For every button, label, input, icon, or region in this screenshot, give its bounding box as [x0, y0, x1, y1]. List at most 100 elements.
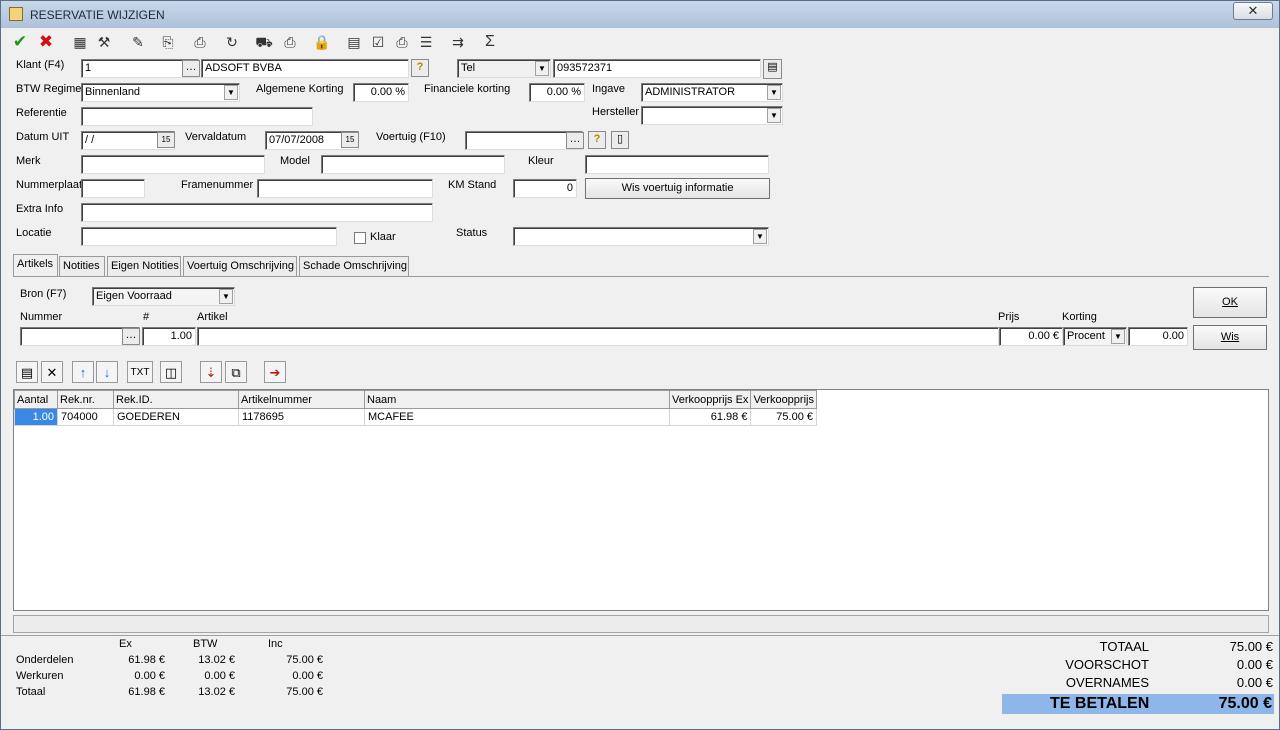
- qty-label: #: [143, 311, 150, 323]
- tools-icon[interactable]: ⚒: [93, 30, 115, 54]
- print-list-icon[interactable]: ⎙: [391, 30, 413, 54]
- car-icon[interactable]: ⛟: [253, 30, 275, 54]
- status-select[interactable]: ▼: [513, 227, 769, 246]
- btw-select[interactable]: Binnenland ▼: [81, 83, 240, 102]
- folder-icon[interactable]: ▦: [69, 30, 91, 54]
- add-row-icon[interactable]: ▤: [16, 361, 38, 383]
- summary-totaal-label: Totaal: [16, 686, 46, 698]
- bron-value: Eigen Voorraad: [96, 290, 172, 302]
- cell-verkoopprijs-ex[interactable]: 61.98 €: [668, 408, 752, 426]
- sum-icon[interactable]: Σ: [479, 30, 501, 54]
- refresh-icon[interactable]: ↻: [221, 30, 243, 54]
- hersteller-label: Hersteller: [592, 106, 640, 118]
- articles-grid[interactable]: Aantal Rek.nr. Rek.ID. Artikelnummer Naa…: [13, 389, 1269, 611]
- klaar-checkbox[interactable]: [354, 232, 366, 244]
- cell-aantal[interactable]: 1.00: [14, 408, 58, 426]
- referentie-field[interactable]: [81, 107, 313, 126]
- nummerplaat-field[interactable]: [81, 179, 145, 198]
- voorschot-label: VOORSCHOT: [1065, 657, 1149, 672]
- text-icon[interactable]: TXT: [127, 361, 153, 383]
- voertuig-lookup-button[interactable]: …: [566, 132, 584, 149]
- contact-card-icon[interactable]: ▤: [763, 59, 782, 79]
- confirm-icon[interactable]: ✔: [9, 30, 31, 54]
- move-down-icon[interactable]: ↓: [96, 361, 118, 383]
- ingave-select[interactable]: ADMINISTRATOR ▼: [641, 83, 783, 102]
- kleur-field[interactable]: [585, 155, 769, 174]
- export-arrow-icon[interactable]: ➔: [264, 361, 286, 383]
- cell-verkoopprijs[interactable]: 75.00 €: [750, 408, 817, 426]
- tab-notities[interactable]: Notities: [59, 256, 105, 276]
- col-verkoopprijs-ex[interactable]: Verkoopprijs Ex: [668, 390, 752, 409]
- export-icon[interactable]: ⇉: [447, 30, 469, 54]
- document-icon[interactable]: ▤: [343, 30, 365, 54]
- overnames-value: 0.00 €: [1236, 675, 1273, 690]
- lock-icon[interactable]: 🔒: [311, 30, 333, 54]
- nummerplaat-label: Nummerplaat: [16, 179, 83, 191]
- km-field[interactable]: 0: [513, 179, 577, 198]
- tel-field[interactable]: 093572371: [553, 59, 761, 78]
- extra-info-field[interactable]: [81, 203, 433, 222]
- col-aantal[interactable]: Aantal: [14, 390, 58, 409]
- bron-select[interactable]: Eigen Voorraad ▼: [92, 287, 235, 306]
- qty-field[interactable]: 1.00: [142, 327, 196, 346]
- col-rekid[interactable]: Rek.ID.: [113, 390, 239, 409]
- alg-korting-field[interactable]: 0.00 %: [353, 83, 409, 102]
- calendar-icon[interactable]: 15: [157, 132, 175, 148]
- print-preview-icon[interactable]: ⎙: [279, 30, 301, 54]
- framenummer-field[interactable]: [257, 179, 433, 198]
- delete-row-icon[interactable]: ✕: [41, 361, 63, 383]
- duplicate-icon[interactable]: ⧉: [225, 361, 247, 383]
- edit-icon[interactable]: ✎: [127, 30, 149, 54]
- checklist-icon[interactable]: ☑: [367, 30, 389, 54]
- reservation-window: RESERVATIE WIJZIGEN ✕ ✔ ✖ ▦ ⚒ ✎ ⎘ ⎙ ↻ ⛟ ⎙ 🔒 ▤ ☑ ⎙ ☰ ⇉ Σ …: [0, 0, 1280, 730]
- cell-reknr[interactable]: 704000: [57, 408, 114, 426]
- tel-type-select[interactable]: Tel ▼: [457, 59, 551, 78]
- wis-button[interactable]: Wis: [1193, 325, 1267, 350]
- col-reknr[interactable]: Rek.nr.: [57, 390, 114, 409]
- columns-icon[interactable]: ◫: [160, 361, 182, 383]
- voertuig-info-icon[interactable]: ?: [588, 131, 606, 149]
- cell-rekid[interactable]: GOEDEREN: [113, 408, 239, 426]
- cancel-icon[interactable]: ✖: [35, 30, 57, 54]
- close-button[interactable]: ✕: [1233, 2, 1273, 20]
- move-up-icon[interactable]: ↑: [72, 361, 94, 383]
- fin-korting-label: Financiele korting: [424, 83, 511, 95]
- tab-artikels[interactable]: Artikels: [13, 254, 58, 276]
- merk-field[interactable]: [81, 155, 265, 174]
- totaal-value: 75.00 €: [1229, 639, 1273, 654]
- nummer-lookup-button[interactable]: …: [122, 328, 140, 345]
- import-icon[interactable]: ⇣: [200, 361, 222, 383]
- artikel-field[interactable]: [197, 327, 999, 346]
- voertuig-label: Voertuig (F10): [376, 131, 446, 143]
- ok-button[interactable]: OK: [1193, 287, 1267, 318]
- table-row[interactable]: 1.00 704000 GOEDEREN 1178695 MCAFEE 61.9…: [14, 408, 817, 426]
- tab-schade-omschrijving[interactable]: Schade Omschrijving: [299, 256, 409, 276]
- new-document-icon[interactable]: ▯: [611, 131, 629, 149]
- calendar-icon[interactable]: 15: [341, 132, 359, 148]
- hersteller-select[interactable]: ▼: [641, 106, 783, 125]
- prijs-field[interactable]: 0.00 €: [999, 327, 1063, 346]
- korting-value-field[interactable]: 0.00: [1128, 327, 1188, 346]
- col-artikelnummer[interactable]: Artikelnummer: [238, 390, 365, 409]
- ingave-value: ADMINISTRATOR: [645, 86, 736, 98]
- korting-type-select[interactable]: Procent ▼: [1063, 327, 1127, 346]
- klant-lookup-button[interactable]: …: [182, 60, 200, 77]
- cell-naam[interactable]: MCAFEE: [364, 408, 670, 426]
- tab-voertuig-omschrijving[interactable]: Voertuig Omschrijving: [183, 256, 297, 276]
- stack-icon[interactable]: ☰: [415, 30, 437, 54]
- tab-eigen-notities[interactable]: Eigen Notities: [107, 256, 181, 276]
- locatie-field[interactable]: [81, 227, 337, 246]
- cell-artikelnummer[interactable]: 1178695: [238, 408, 365, 426]
- col-naam[interactable]: Naam: [364, 390, 670, 409]
- wis-voertuig-button[interactable]: Wis voertuig informatie: [585, 178, 770, 199]
- col-verkoopprijs[interactable]: Verkoopprijs: [750, 390, 817, 409]
- summary-totaal-inc: 75.00 €: [286, 686, 323, 698]
- summary-werkuren-ex: 0.00 €: [134, 670, 165, 682]
- model-field[interactable]: [321, 155, 505, 174]
- fin-korting-field[interactable]: 0.00 %: [529, 83, 585, 102]
- klant-info-icon[interactable]: ?: [411, 59, 429, 77]
- copy-icon[interactable]: ⎘: [157, 30, 179, 54]
- te-betalen-value: 75.00 €: [1218, 695, 1272, 712]
- print-icon[interactable]: ⎙: [189, 30, 211, 54]
- klant-name-field[interactable]: ADSOFT BVBA: [201, 59, 409, 78]
